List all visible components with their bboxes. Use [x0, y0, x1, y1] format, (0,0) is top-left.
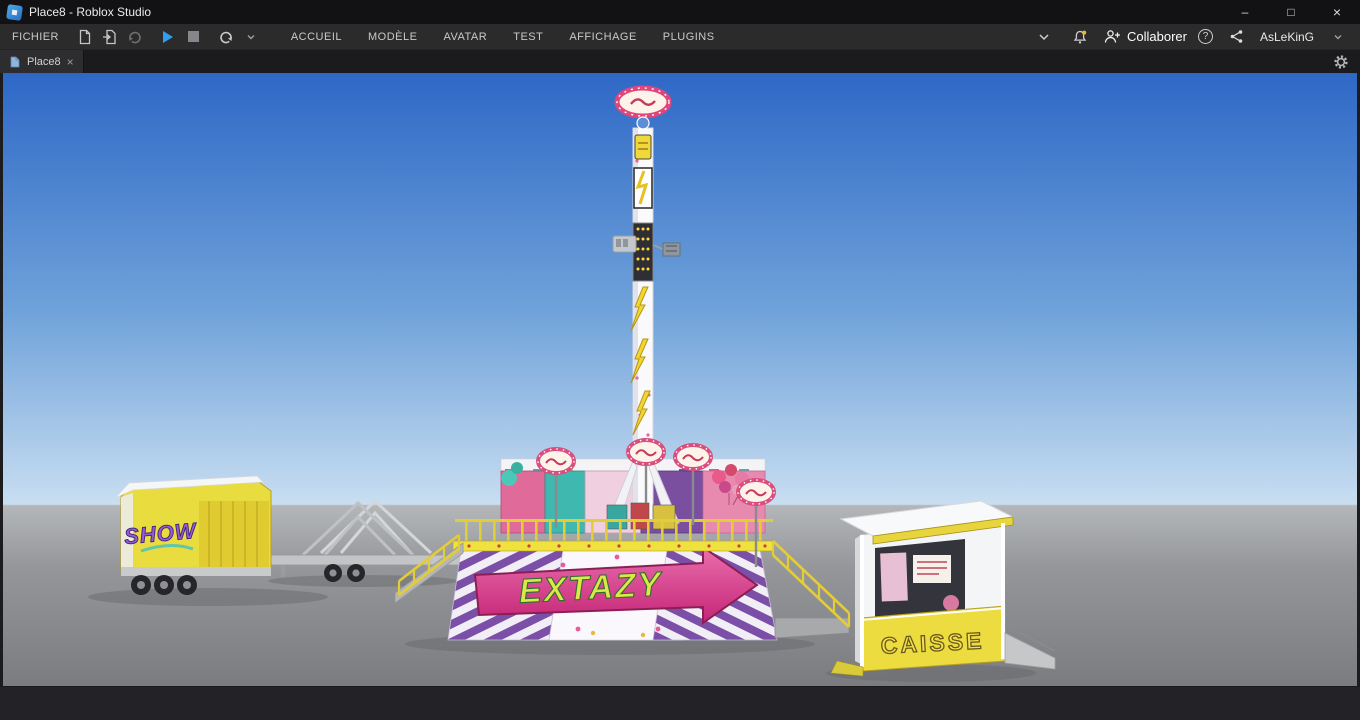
- help-button[interactable]: ?: [1197, 29, 1213, 44]
- menubar: FICHIER ACCUEIL MODÈLE AVATAR TEST AFFIC…: [0, 24, 1360, 50]
- window-titlebar: Place8 - Roblox Studio – □ ×: [0, 0, 1360, 24]
- place-document-icon: [10, 56, 20, 67]
- sync-button[interactable]: [123, 26, 148, 48]
- file-menu[interactable]: FICHIER: [0, 31, 73, 43]
- bottom-statusbar: [0, 686, 1360, 720]
- sky: [3, 73, 1357, 505]
- scene-canvas: SHOW EXTAZY CAISSE: [3, 73, 1357, 686]
- window-controls: – □ ×: [1222, 0, 1360, 24]
- tab-accueil[interactable]: ACCUEIL: [278, 24, 355, 50]
- new-file-icon: [80, 29, 91, 44]
- stop-icon: [187, 31, 199, 42]
- chevron-down-icon: [1334, 34, 1341, 39]
- new-file-button[interactable]: [73, 26, 98, 48]
- maximize-button[interactable]: □: [1268, 0, 1314, 24]
- collaborate-button[interactable]: Collaborer: [1104, 29, 1187, 44]
- ride-name-text: EXTAZY: [518, 565, 665, 611]
- bell-icon: [1074, 30, 1087, 44]
- person-plus-icon: [1104, 30, 1120, 43]
- booth-sign-text: CAISSE: [880, 627, 985, 658]
- chevron-down-icon: [247, 34, 255, 39]
- tab-place8[interactable]: Place8 ×: [0, 50, 84, 73]
- close-button[interactable]: ×: [1314, 0, 1360, 24]
- window-title: Place8 - Roblox Studio: [29, 5, 152, 19]
- collaborate-label: Collaborer: [1126, 29, 1187, 44]
- gear-icon: [1333, 54, 1348, 69]
- roblox-studio-logo-icon: [6, 3, 23, 21]
- viewport-3d[interactable]: SHOW EXTAZY CAISSE: [0, 73, 1360, 686]
- chevron-down-icon: [1039, 33, 1050, 40]
- ribbon-tabs: ACCUEIL MODÈLE AVATAR TEST AFFICHAGE PLU…: [278, 24, 728, 50]
- minimize-button[interactable]: –: [1222, 0, 1268, 24]
- undo-history-dropdown[interactable]: [239, 26, 264, 48]
- open-file-button[interactable]: [98, 26, 123, 48]
- tab-avatar[interactable]: AVATAR: [430, 24, 500, 50]
- tab-modele[interactable]: MODÈLE: [355, 24, 430, 50]
- tab-options-button[interactable]: [1328, 51, 1353, 73]
- undo-icon: [220, 31, 233, 43]
- tabbar-right: [1328, 50, 1360, 73]
- share-icon: [1230, 30, 1243, 43]
- stop-button[interactable]: [181, 26, 206, 48]
- tab-affichage[interactable]: AFFICHAGE: [556, 24, 649, 50]
- tab-test[interactable]: TEST: [500, 24, 556, 50]
- username-label[interactable]: AsLeKinG: [1260, 30, 1314, 44]
- share-button[interactable]: [1224, 26, 1249, 48]
- tab-plugins[interactable]: PLUGINS: [650, 24, 728, 50]
- document-tabbar: Place8 ×: [0, 50, 1360, 73]
- undo-button[interactable]: [214, 26, 239, 48]
- sync-icon: [129, 31, 142, 43]
- ride-platform[interactable]: EXTAZY: [447, 540, 778, 641]
- play-icon: [163, 30, 174, 43]
- ribbon-collapse-button[interactable]: [1032, 26, 1057, 48]
- tab-close-button[interactable]: ×: [67, 56, 74, 68]
- notifications-button[interactable]: [1068, 26, 1093, 48]
- menubar-right: Collaborer ? AsLeKinG: [1032, 26, 1360, 48]
- play-button[interactable]: [156, 26, 181, 48]
- open-file-icon: [103, 29, 116, 44]
- tab-place8-label: Place8: [27, 55, 61, 68]
- user-menu-dropdown[interactable]: [1325, 26, 1350, 48]
